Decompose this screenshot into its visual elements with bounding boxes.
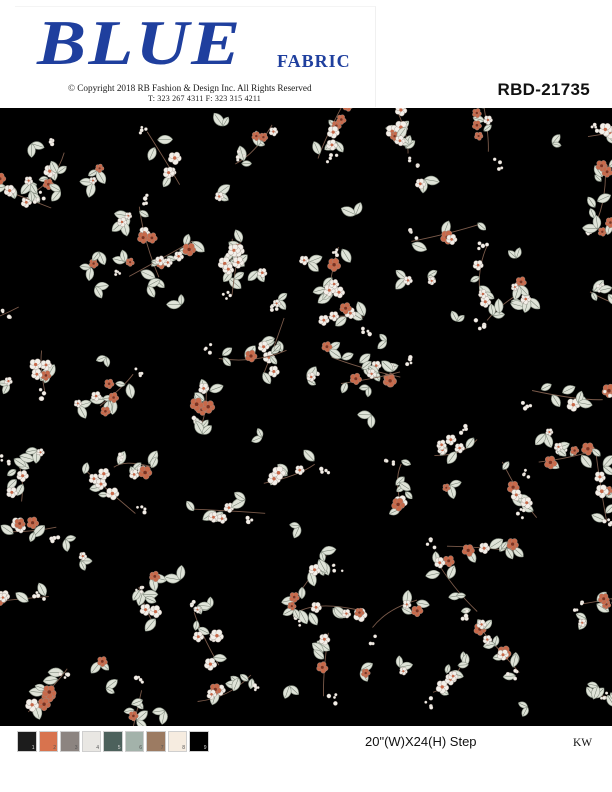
swatch-number: 4 [96, 745, 99, 751]
color-swatch-6: 6 [124, 731, 144, 752]
swatch-number: 2 [53, 745, 56, 751]
fabric-print-area [0, 108, 612, 726]
swatch-number: 5 [117, 745, 121, 751]
copyright-notice: © Copyright 2018 RB Fashion & Design Inc… [68, 83, 312, 93]
swatch-number: 6 [139, 745, 142, 751]
swatch-number: 1 [31, 745, 35, 751]
brand-logo: BLUE FABRIC © Copyright 2018 RB Fashion … [15, 6, 376, 107]
swatch-number: 3 [74, 745, 78, 751]
color-swatch-9: 9 [189, 731, 209, 752]
contact-numbers: T: 323 267 4311 F: 323 315 4211 [148, 94, 261, 103]
color-swatch-2: 2 [38, 731, 58, 752]
color-swatch-8: 8 [167, 731, 187, 752]
color-swatch-strip: 1 2 3 4 5 6 7 8 9 [17, 731, 211, 752]
color-swatch-4: 4 [81, 731, 101, 752]
brand-logo-text: BLUE [37, 7, 243, 78]
color-swatch-3: 3 [60, 731, 80, 752]
footer: 1 2 3 4 5 6 7 8 9 20"(W)X24(H) Step KW [0, 726, 612, 792]
designer-initials: KW [573, 737, 593, 749]
header: BLUE FABRIC © Copyright 2018 RB Fashion … [0, 0, 612, 108]
brand-subtitle: FABRIC [277, 51, 351, 71]
floral-print-pattern [0, 108, 612, 726]
color-swatch-1: 1 [17, 731, 37, 752]
color-swatch-7: 7 [146, 731, 166, 752]
repeat-size: 20"(W)X24(H) Step [365, 734, 477, 749]
swatch-number: 8 [182, 745, 185, 751]
design-code: RBD-21735 [497, 80, 590, 99]
color-swatch-5: 5 [103, 731, 123, 752]
print-background [0, 108, 612, 726]
swatch-number: 7 [160, 745, 164, 751]
swatch-number: 9 [203, 745, 207, 751]
